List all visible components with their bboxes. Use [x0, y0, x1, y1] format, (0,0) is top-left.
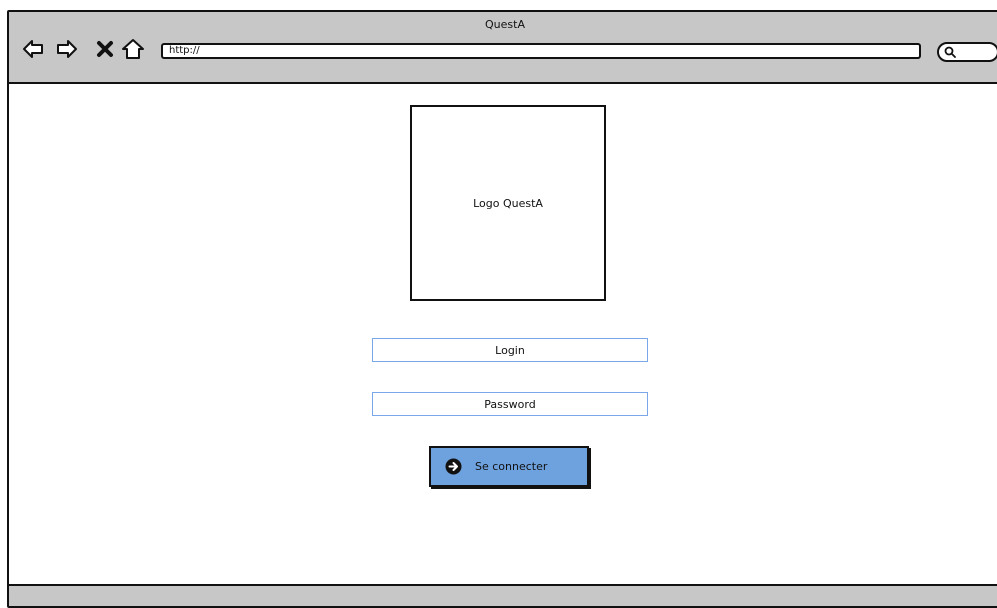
password-placeholder: Password: [484, 397, 536, 411]
password-field[interactable]: Password: [372, 392, 648, 416]
browser-toolbar: QuestA http://: [9, 12, 997, 84]
connect-button-label: Se connecter: [475, 460, 548, 473]
window-title: QuestA: [485, 18, 525, 31]
connect-button[interactable]: Se connecter: [429, 446, 589, 487]
search-icon: [944, 46, 956, 58]
page-content: Logo QuestA Login Password Se connecter: [9, 84, 997, 586]
logo-placeholder: Logo QuestA: [410, 105, 606, 301]
browser-search-box[interactable]: [937, 42, 997, 62]
close-icon[interactable]: [94, 38, 116, 60]
forward-icon[interactable]: [56, 38, 78, 60]
back-icon[interactable]: [22, 38, 44, 60]
url-bar[interactable]: http://: [161, 43, 921, 59]
logo-text: Logo QuestA: [473, 196, 543, 210]
login-placeholder: Login: [495, 343, 525, 357]
login-field[interactable]: Login: [372, 338, 648, 362]
home-icon[interactable]: [122, 38, 144, 60]
arrow-right-circle-icon: [445, 458, 462, 475]
browser-window: QuestA http:// Logo QuestA Login Passwor…: [7, 10, 997, 608]
